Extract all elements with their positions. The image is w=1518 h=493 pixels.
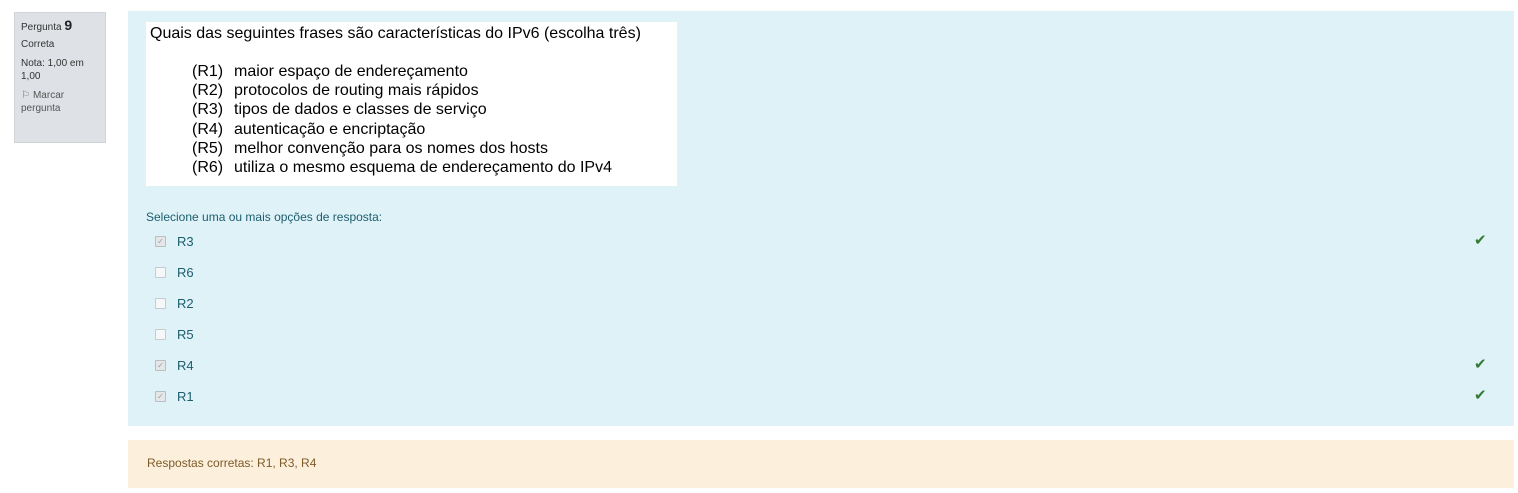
statement-text: maior espaço de endereçamento [234, 63, 468, 80]
question-outcome: Respostas corretas: R1, R3, R4 [128, 440, 1514, 488]
answer-label[interactable]: R2 [177, 296, 194, 311]
question-text: Quais das seguintes frases são caracterí… [150, 25, 641, 42]
answer-prompt: Selecione uma ou mais opções de resposta… [146, 210, 383, 224]
statement-item: (R3) tipos de dados e classes de serviço [192, 100, 612, 119]
question-number-line: Pergunta 9 [21, 17, 99, 34]
answer-option[interactable]: ✓ R4 ✔ [128, 353, 1514, 384]
correct-check-icon: ✔ [1474, 232, 1487, 249]
flag-icon: ⚐ [21, 90, 30, 101]
statement-code: (R1) [192, 63, 224, 80]
answer-option[interactable]: ✓ R1 ✔ [128, 384, 1514, 415]
answer-label[interactable]: R4 [177, 358, 194, 373]
answer-checkbox[interactable]: ✓ [155, 360, 166, 371]
answer-label[interactable]: R3 [177, 234, 194, 249]
statement-item: (R4) autenticação e encriptação [192, 120, 612, 139]
answer-label[interactable]: R1 [177, 389, 194, 404]
statement-code: (R5) [192, 139, 224, 157]
statement-item: (R1) maior espaço de endereçamento [192, 62, 612, 81]
answer-label[interactable]: R5 [177, 327, 194, 342]
statement-text: utiliza o mesmo esquema de endereçamento… [234, 159, 612, 177]
answer-option[interactable]: R6 [128, 260, 1514, 291]
statement-code: (R6) [192, 159, 224, 177]
statement-code: (R2) [192, 82, 224, 100]
statement-text: tipos de dados e classes de serviço [234, 101, 487, 119]
statement-item: (R2) protocolos de routing mais rápidos [192, 81, 612, 100]
statement-code: (R3) [192, 101, 224, 119]
answer-option[interactable]: R5 [128, 322, 1514, 353]
statement-text: melhor convenção para os nomes dos hosts [234, 139, 548, 157]
answer-option[interactable]: R2 [128, 291, 1514, 322]
correct-check-icon: ✔ [1474, 387, 1487, 404]
question-info: Pergunta 9 Correta Nota: 1,00 em 1,00 ⚐ M… [14, 12, 106, 143]
question-number: 9 [64, 17, 73, 33]
question-label: Pergunta [21, 22, 62, 33]
statement-item: (R5) melhor convenção para os nomes dos h… [192, 139, 612, 158]
answer-checkbox[interactable] [155, 329, 166, 340]
statement-text: protocolos de routing mais rápidos [234, 82, 479, 100]
question-formulation: Quais das seguintes frases são caracterí… [128, 11, 1514, 426]
question-image: Quais das seguintes frases são caracterí… [146, 22, 677, 186]
answer-checkbox[interactable]: ✓ [155, 391, 166, 402]
question-grade: Nota: 1,00 em 1,00 [21, 58, 84, 82]
statement-item: (R6) utiliza o mesmo esquema de endereçam… [192, 158, 612, 177]
answer-checkbox[interactable] [155, 298, 166, 309]
answer-checkbox[interactable]: ✓ [155, 236, 166, 247]
statement-list: (R1) maior espaço de endereçamento (R2) pr… [192, 62, 612, 177]
correct-check-icon: ✔ [1474, 356, 1487, 373]
answer-label[interactable]: R6 [177, 265, 194, 280]
flag-question-link[interactable]: ⚐ Marcar pergunta [21, 89, 99, 115]
question-state: Correta [21, 39, 55, 50]
answer-checkbox[interactable] [155, 267, 166, 278]
answer-option[interactable]: ✓ R3 ✔ [128, 229, 1514, 260]
statement-text: autenticação e encriptação [234, 120, 426, 138]
correct-answers-text: Respostas corretas: R1, R3, R4 [147, 456, 317, 470]
statement-code: (R4) [192, 120, 224, 138]
answer-list: ✓ R3 ✔ R6 R2 R5 ✓ R4 ✔ ✓ R1 ✔ [128, 229, 1514, 415]
